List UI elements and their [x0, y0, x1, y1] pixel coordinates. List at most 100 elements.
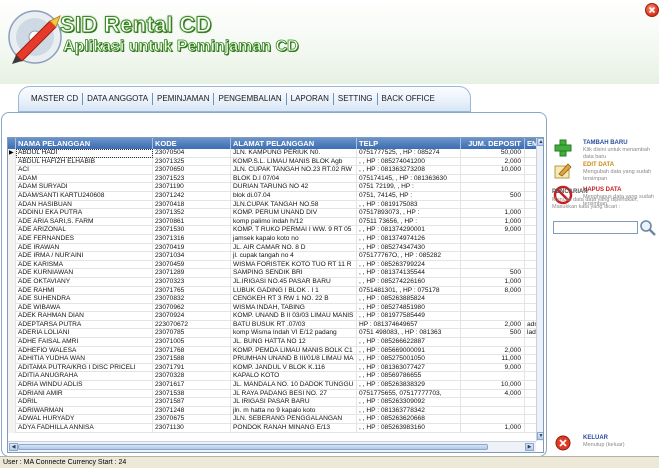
cell-telp[interactable]: 0751 498083, , HP : 081363: [357, 329, 461, 339]
cell-deposit[interactable]: 2,000: [461, 346, 525, 356]
table-row[interactable]: ADE IRAWAN 23070419 JL. AIR CAMAR NO. 8 D,…: [8, 243, 536, 253]
cell-nama[interactable]: ADAM/SANTI KARTU240608: [16, 191, 153, 201]
cell-alamat[interactable]: KOMP. PEMDA LIMAU MANIS BOLK C1: [231, 346, 357, 356]
cell-deposit[interactable]: [461, 252, 525, 261]
scroll-down-arrow-icon[interactable]: ▼: [537, 432, 543, 440]
cell-kode[interactable]: 23071765: [153, 286, 231, 296]
cell-email[interactable]: [525, 372, 536, 381]
cell-email[interactable]: [525, 201, 536, 210]
cell-email[interactable]: admin@s: [525, 321, 536, 330]
cell-deposit[interactable]: [461, 415, 525, 424]
col-header-deposit[interactable]: JUM. DEPOSIT: [461, 138, 525, 149]
cell-deposit[interactable]: [461, 406, 525, 416]
col-header-kode[interactable]: KODE: [153, 138, 231, 149]
cell-kode[interactable]: 23070504: [153, 149, 231, 158]
table-row[interactable]: ADWAL HURYADY 23070675 JLN. SEBERANG PENGG…: [8, 415, 536, 424]
cell-kode[interactable]: 23070418: [153, 200, 231, 210]
cell-email[interactable]: [525, 209, 536, 218]
cell-email[interactable]: [525, 158, 536, 167]
cell-alamat[interactable]: JLN. SEBERANG PENGGALANGAN: [231, 415, 357, 424]
cell-email[interactable]: [525, 407, 536, 416]
cell-deposit[interactable]: [461, 243, 525, 253]
cell-telp[interactable]: , , HP : 085263983160: [357, 424, 461, 433]
cell-kode[interactable]: 23071289: [153, 269, 231, 278]
cell-alamat[interactable]: KAPALO KOTO: [231, 372, 357, 382]
cell-telp[interactable]: , , HP : 085669000091: [357, 346, 461, 356]
nav-peminjaman[interactable]: PEMINJAMAN: [153, 93, 215, 105]
cell-email[interactable]: [525, 244, 536, 253]
table-row[interactable]: ADE IRMA / NUR'AINI 23071034 jl. cupak tan…: [8, 252, 536, 261]
cell-nama[interactable]: ADYA FADHILLA ANNISA: [16, 424, 153, 433]
cell-email[interactable]: [525, 364, 536, 373]
cell-kode[interactable]: 23071248: [153, 406, 231, 416]
cell-kode[interactable]: 23071791: [153, 363, 231, 373]
cell-nama[interactable]: ADE IRMA / NUR'AINI: [16, 252, 153, 261]
cell-alamat[interactable]: WISMA FORISTEK KOTO TUO RT 11 R: [231, 260, 357, 270]
table-row[interactable]: ACI 23070650 JLN. CUPAK TANGAH NO.23 RT.02…: [8, 166, 536, 175]
cell-email[interactable]: [525, 278, 536, 287]
cell-nama[interactable]: ADAN HASIBUAN: [16, 200, 153, 210]
table-row[interactable]: ABDUL HAFIZH ELHABIB 23071325 KOMP.S.L. LI…: [8, 157, 536, 167]
cell-email[interactable]: [525, 398, 536, 407]
cell-kode[interactable]: 23070328: [153, 372, 231, 382]
cell-kode[interactable]: 23070861: [153, 217, 231, 227]
nav-laporan[interactable]: LAPORAN: [287, 93, 334, 105]
table-row[interactable]: ADE OKTAVIANY 23070323 JL.IRIGASI NO.45 PA…: [8, 277, 536, 287]
cell-nama[interactable]: ADRIA WINDU ADLIS: [16, 381, 153, 390]
search-input[interactable]: [553, 221, 638, 234]
cell-nama[interactable]: ADRIWARMAN: [16, 406, 153, 416]
cell-kode[interactable]: 23071588: [153, 355, 231, 364]
vertical-scrollbar[interactable]: ▲ ▼: [536, 138, 543, 441]
cell-alamat[interactable]: JL.IRIGASI NO.45 PASAR BARU: [231, 277, 357, 287]
cell-kode[interactable]: 23071617: [153, 381, 231, 390]
cell-kode[interactable]: 23071538: [153, 389, 231, 399]
cell-alamat[interactable]: blok di.07.04: [231, 191, 357, 201]
cell-alamat[interactable]: jamsek kapalo koto no: [231, 234, 357, 244]
cell-kode[interactable]: 23070832: [153, 295, 231, 304]
cell-email[interactable]: [525, 415, 536, 424]
cell-alamat[interactable]: LUBUK GADING I BLOK . I 1: [231, 286, 357, 296]
cell-telp[interactable]: 075177767O, , HP : 085282: [357, 252, 461, 261]
table-row[interactable]: ADHE FAISAL AMRI 23071005 JL. BUNG HATTA N…: [8, 338, 536, 347]
cell-telp[interactable]: , , HP : 085274851980: [357, 303, 461, 313]
table-row[interactable]: ADRIL 23071587 JL IRIGASI PASAR BARU, , HP…: [8, 398, 536, 407]
cell-deposit[interactable]: 10,000: [461, 166, 525, 175]
cell-kode[interactable]: 23071325: [153, 157, 231, 167]
cell-email[interactable]: [525, 338, 536, 347]
table-row[interactable]: ADE SUHENDRA 23070832 CENGKEH RT 3 RW 1 NO…: [8, 295, 536, 304]
customer-grid[interactable]: NAMA PELANGGAN KODE ALAMAT PELANGGAN TEL…: [7, 137, 544, 453]
cell-nama[interactable]: ADE RAHMI: [16, 286, 153, 296]
cell-deposit[interactable]: 2,000: [461, 320, 525, 330]
cell-nama[interactable]: ADRIL: [16, 398, 153, 407]
search-icon[interactable]: [639, 219, 657, 237]
cell-deposit[interactable]: 1,000: [461, 277, 525, 287]
cell-nama[interactable]: ADDINU EKA PUTRA: [16, 209, 153, 218]
table-row[interactable]: ADYA FADHILLA ANNISA 23071130 PONDOK RANAH…: [8, 424, 536, 433]
cell-deposit[interactable]: 1,000: [461, 209, 525, 218]
cell-telp[interactable]: 0751, 74145, HP :: [357, 191, 461, 201]
cell-deposit[interactable]: [461, 372, 525, 382]
cell-telp[interactable]: , , HP : 085274226160: [357, 277, 461, 287]
table-row[interactable]: ADITAMA PUTRA/KRG I DISC PRICELI 23071791…: [8, 363, 536, 373]
cell-email[interactable]: [525, 304, 536, 313]
cell-telp[interactable]: 07511 73656, , HP :: [357, 217, 461, 227]
cell-email[interactable]: [525, 235, 536, 244]
cell-kode[interactable]: 23071523: [153, 174, 231, 184]
cell-alamat[interactable]: DURIAN TARUNG NO 42: [231, 183, 357, 192]
cell-alamat[interactable]: KOMP.S.L. LIMAU MANIS BLOK Agb: [231, 157, 357, 167]
cell-nama[interactable]: ADE KURNIAWAN: [16, 269, 153, 278]
cell-kode[interactable]: 23071530: [153, 226, 231, 235]
cell-nama[interactable]: ADHITIA YUDHA WAN: [16, 355, 153, 364]
cell-email[interactable]: [525, 166, 536, 175]
cell-alamat[interactable]: PRUMHAN UNAND B III/01/8 LIMAU MA: [231, 355, 357, 364]
cell-telp[interactable]: , , HP : 085263799224: [357, 260, 461, 270]
cell-telp[interactable]: 0751 72199, , HP :: [357, 183, 461, 192]
scroll-left-arrow-icon[interactable]: ◀: [9, 443, 18, 451]
cell-deposit[interactable]: [461, 338, 525, 347]
table-row[interactable]: ADEK RAHMAN DIAN 23070924 KOMP. UNAND B II…: [8, 312, 536, 321]
cell-deposit[interactable]: [461, 183, 525, 192]
cell-kode[interactable]: 23071352: [153, 209, 231, 218]
cell-alamat[interactable]: BATU BUSUK RT .07/03: [231, 320, 357, 330]
cell-kode[interactable]: 23070459: [153, 260, 231, 270]
cell-telp[interactable]: 0751775655, 07517777703,: [357, 389, 461, 399]
